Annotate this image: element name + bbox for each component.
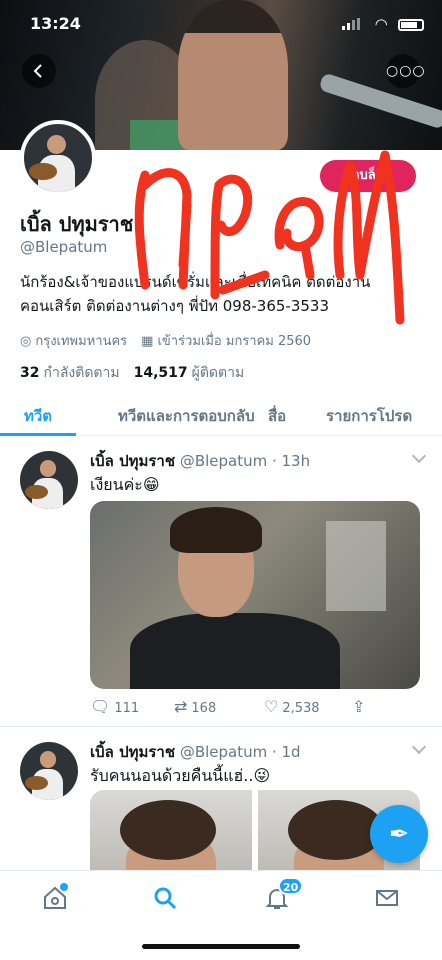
calendar-icon: ▦ [141,334,154,349]
nav-search[interactable] [152,885,182,915]
banner-microphone [318,72,442,130]
active-tab-indicator [0,433,76,436]
nav-messages[interactable] [374,885,404,915]
search-icon [154,887,177,910]
share-icon: ⇪ [352,697,366,716]
tweet-handle-time: @Blepatum · 1d [179,743,301,761]
notification-count-badge: 20 [278,877,304,895]
status-bar: 13:24 ◠ [0,8,442,38]
more-dots-icon: ○○○ [386,63,426,79]
join-date: ▦ เข้าร่วมเมื่อ มกราคม 2560 [141,334,312,349]
blocked-button[interactable]: ถูกบล็อค [320,160,416,192]
mail-icon [376,890,398,906]
bio-line: คอนเสิร์ต ติดต่องานต่างๆ พี่ปัท 098-365-… [20,297,330,315]
tab-likes[interactable]: รายการโปรด [326,404,412,428]
compose-tweet-button[interactable]: ✒ [370,805,428,863]
share-button[interactable]: ⇪ [352,697,369,716]
tweet-text: เงียนค่ะ😁 [90,475,160,494]
status-time: 13:24 [30,14,81,33]
signal-icon [342,18,362,30]
nav-notifications[interactable]: 20 [264,877,304,915]
location: ◎ กรุงเทพมหานคร [20,334,128,349]
heart-icon: ♡ [264,697,279,716]
reply-button[interactable]: 🗨 111 [90,697,139,716]
chevron-down-icon[interactable] [411,739,427,755]
tweet-text: รับคนนอนด้วยคืนนี้แฮ่..😜 [90,766,271,785]
back-button[interactable] [22,54,56,88]
chevron-down-icon[interactable] [411,448,427,464]
tab-tweets[interactable]: ทวีต [24,404,52,428]
battery-icon [398,19,424,31]
tweet-author-name: เบิ้ล ปทุมราช [90,743,176,761]
home-indicator [142,944,300,949]
wifi-icon: ◠ [375,15,387,33]
nav-home[interactable] [42,883,72,915]
tab-media[interactable]: สื่อ [268,404,286,428]
following-link[interactable]: 32 กำลังติดตาม [20,362,120,384]
avatar-photo [20,451,78,509]
followers-link[interactable]: 14,517 ผู้ติดตาม [134,362,245,384]
profile-tabs: ทวีต ทวีตและการตอบกลับ สื่อ รายการโปรด [0,392,442,436]
location-pin-icon: ◎ [20,334,32,349]
profile-display-name: เบิ้ล ปทุมราช [20,212,134,236]
compose-feather-icon: ✒ [388,820,410,848]
chevron-left-icon [33,64,42,78]
tweet-avatar[interactable] [20,742,78,800]
profile-stats: 32 กำลังติดตาม 14,517 ผู้ติดตาม [20,362,244,384]
retweet-button[interactable]: ⇄ 168 [174,697,216,716]
profile-meta: ◎ กรุงเทพมหานคร ▦ เข้าร่วมเมื่อ มกราคม 256… [20,330,311,351]
tweet-header: เบิ้ล ปทุมราช @Blepatum · 1d [90,740,301,764]
like-button[interactable]: ♡ 2,538 [264,697,320,716]
tweet-avatar[interactable] [20,451,78,509]
reply-icon: 🗨 [90,697,111,716]
tweet-header: เบิ้ล ปทุมราช @Blepatum · 13h [90,449,310,473]
tab-tweets-replies[interactable]: ทวีตและการตอบกลับ [118,404,255,428]
avatar-photo [24,124,92,192]
tweet-author-name: เบิ้ล ปทุมราช [90,452,176,470]
new-content-dot [60,883,68,891]
profile-avatar[interactable] [20,120,96,196]
retweet-icon: ⇄ [174,697,188,716]
avatar-photo [20,742,78,800]
bio-line: นักร้อง&เจ้าของแบรนด์เซรั่มและเชื่อเทคนิ… [20,273,371,291]
profile-handle: @Blepatum [20,238,108,256]
tweet-photo[interactable] [90,501,420,689]
more-options-button[interactable]: ○○○ [386,54,425,88]
tweet[interactable]: เบิ้ล ปทุมราช @Blepatum · 13h เงียนค่ะ😁 … [0,437,442,727]
profile-bio: นักร้อง&เจ้าของแบรนด์เซรั่มและเชื่อเทคนิ… [20,270,420,318]
tweet-handle-time: @Blepatum · 13h [179,452,311,470]
